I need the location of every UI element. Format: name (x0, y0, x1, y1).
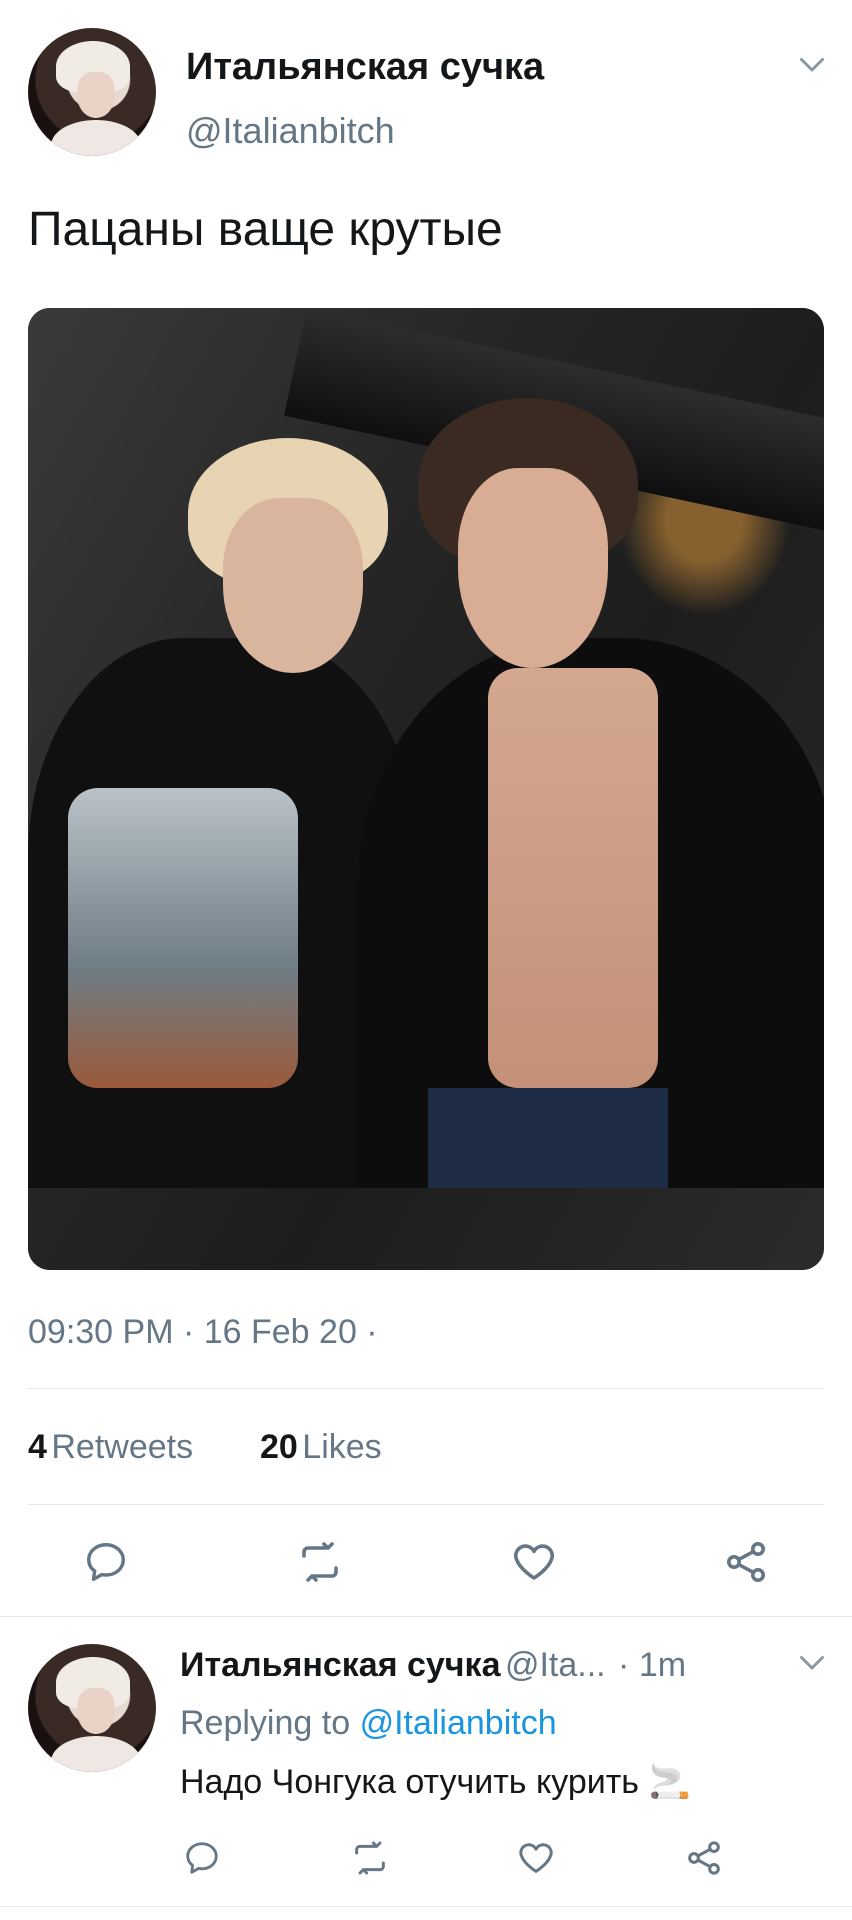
like-icon (514, 1544, 554, 1580)
tweet-photo[interactable] (28, 308, 824, 1270)
reply-header: Итальянская сучка @Ita... · 1m (180, 1646, 686, 1685)
reply-text: Надо Чонгука отучить курить 🚬 (180, 1762, 691, 1802)
like-icon (519, 1843, 553, 1873)
reply-share-button[interactable] (682, 1836, 726, 1880)
divider (0, 1616, 852, 1617)
likes-number: 20 (260, 1428, 298, 1466)
replying-to: Replying to @Italianbitch (180, 1704, 557, 1743)
share-button[interactable] (718, 1534, 774, 1590)
likes-label: Likes (302, 1428, 382, 1466)
likes-count[interactable]: 20 Likes (260, 1428, 382, 1467)
reply-icon (87, 1543, 125, 1581)
author-name[interactable]: Итальянская сучка (186, 46, 544, 89)
reply-icon (186, 1842, 218, 1874)
retweet-icon (302, 1542, 338, 1582)
replying-prefix: Replying to (180, 1704, 351, 1742)
tweet-text: Пацаны ваще крутые (28, 203, 503, 256)
divider (0, 1906, 852, 1907)
author-avatar[interactable] (28, 28, 156, 156)
author-handle[interactable]: @Italianbitch (186, 110, 395, 152)
cigarette-emoji: 🚬 (648, 1763, 691, 1801)
retweet-button[interactable] (292, 1534, 348, 1590)
reply-avatar[interactable] (28, 1644, 156, 1772)
retweets-number: 4 (28, 1428, 47, 1466)
reply-text-body: Надо Чонгука отучить курить (180, 1763, 639, 1801)
share-icon (727, 1542, 765, 1582)
reply-author-name[interactable]: Итальянская сучка (180, 1646, 500, 1684)
retweet-icon (355, 1841, 385, 1875)
tweet-timestamp[interactable]: 09:30 PM · 16 Feb 20 · (28, 1313, 378, 1352)
retweets-count[interactable]: 4 Retweets (28, 1428, 193, 1467)
chevron-down-icon[interactable] (794, 1644, 830, 1680)
reply-time[interactable]: · 1m (618, 1646, 686, 1684)
chevron-down-icon[interactable] (794, 46, 830, 82)
reply-retweet-button[interactable] (348, 1836, 392, 1880)
replying-handle-link[interactable]: @Italianbitch (360, 1704, 557, 1742)
reply-button[interactable] (78, 1534, 134, 1590)
like-button[interactable] (506, 1534, 562, 1590)
share-icon (688, 1841, 720, 1875)
reply-author-handle[interactable]: @Ita... (505, 1646, 606, 1684)
divider (28, 1388, 824, 1389)
reply-reply-button[interactable] (180, 1836, 224, 1880)
divider (28, 1504, 824, 1505)
retweets-label: Retweets (51, 1428, 194, 1466)
reply-like-button[interactable] (514, 1836, 558, 1880)
